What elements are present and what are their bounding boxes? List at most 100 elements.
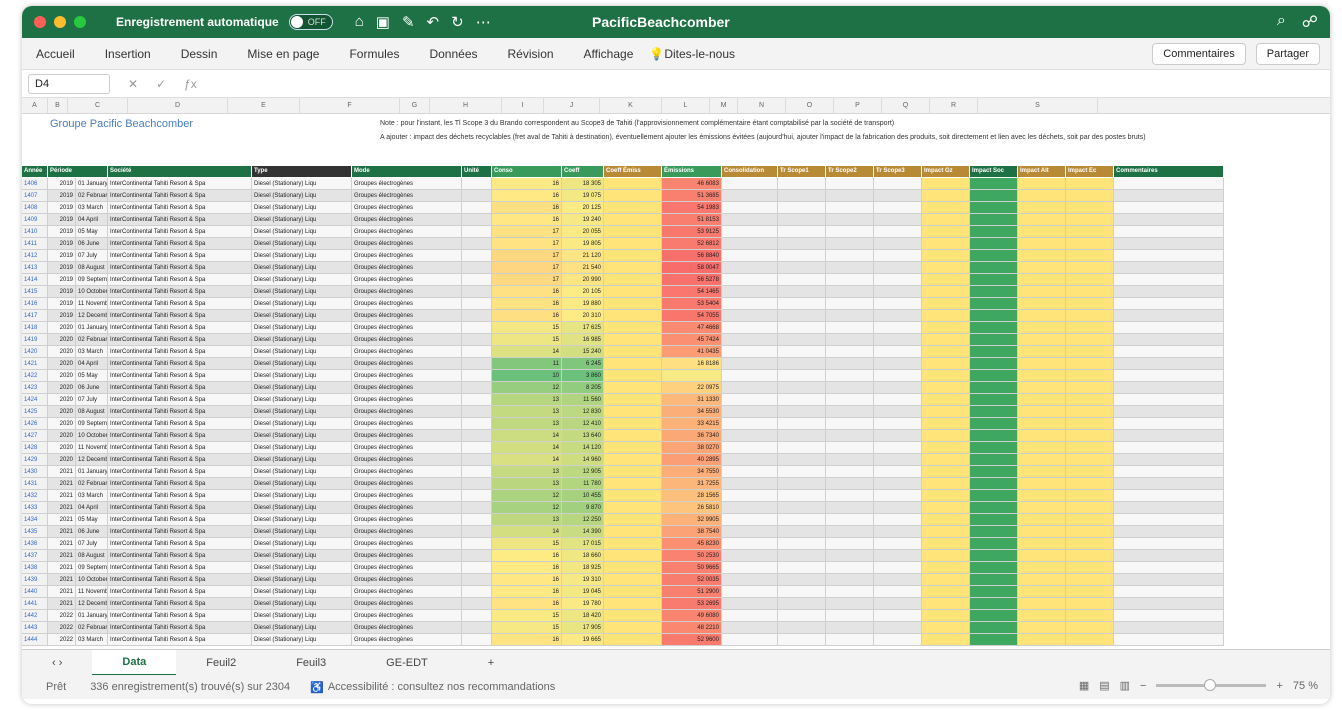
table-cell[interactable]: 2020 — [48, 322, 76, 334]
table-cell[interactable]: Diesel (Stationary) Liqu — [252, 574, 352, 586]
table-cell[interactable]: 18 420 — [562, 610, 604, 622]
table-cell[interactable] — [970, 598, 1018, 610]
table-cell[interactable] — [462, 574, 492, 586]
table-cell[interactable] — [922, 466, 970, 478]
table-cell[interactable] — [604, 490, 662, 502]
table-cell[interactable] — [722, 634, 778, 646]
table-cell[interactable] — [778, 634, 826, 646]
column-header[interactable]: O — [786, 98, 834, 113]
table-cell[interactable]: 05 May — [76, 514, 108, 526]
table-cell[interactable] — [1018, 202, 1066, 214]
column-header[interactable]: R — [930, 98, 978, 113]
tell-me-search[interactable]: Dites-le-nous — [664, 47, 735, 61]
table-cell[interactable]: Diesel (Stationary) Liqu — [252, 538, 352, 550]
share-button[interactable]: Partager — [1255, 43, 1320, 65]
table-cell[interactable]: Diesel (Stationary) Liqu — [252, 382, 352, 394]
table-cell[interactable] — [1018, 610, 1066, 622]
table-cell[interactable] — [970, 574, 1018, 586]
table-cell[interactable] — [922, 226, 970, 238]
table-cell[interactable] — [722, 322, 778, 334]
table-cell[interactable]: 16 985 — [562, 334, 604, 346]
table-cell[interactable] — [778, 250, 826, 262]
table-cell[interactable] — [778, 178, 826, 190]
table-cell[interactable]: 38 7540 — [662, 526, 722, 538]
table-cell[interactable]: 12 — [492, 502, 562, 514]
table-cell[interactable] — [826, 598, 874, 610]
table-cell[interactable]: 49 6080 — [662, 610, 722, 622]
table-cell[interactable] — [604, 514, 662, 526]
table-cell[interactable]: 53 9125 — [662, 226, 722, 238]
table-cell[interactable]: 1438 — [22, 562, 48, 574]
table-cell[interactable] — [1114, 202, 1224, 214]
table-cell[interactable]: 2019 — [48, 262, 76, 274]
table-cell[interactable] — [1018, 490, 1066, 502]
maximize-window-button[interactable] — [74, 16, 86, 28]
table-header-cell[interactable]: Période — [48, 166, 108, 177]
table-header-cell[interactable]: Impact Gz — [922, 166, 970, 177]
table-cell[interactable]: InterContinental Tahiti Resort & Spa — [108, 226, 252, 238]
table-cell[interactable] — [1114, 430, 1224, 442]
table-cell[interactable] — [922, 514, 970, 526]
table-cell[interactable]: 17 — [492, 226, 562, 238]
table-cell[interactable] — [874, 322, 922, 334]
table-cell[interactable] — [778, 394, 826, 406]
table-cell[interactable] — [970, 526, 1018, 538]
table-cell[interactable] — [970, 418, 1018, 430]
tab-formules[interactable]: Formules — [349, 47, 399, 61]
table-cell[interactable] — [826, 490, 874, 502]
table-cell[interactable]: InterContinental Tahiti Resort & Spa — [108, 478, 252, 490]
table-cell[interactable]: 2021 — [48, 526, 76, 538]
table-cell[interactable]: 02 February — [76, 622, 108, 634]
table-cell[interactable] — [826, 574, 874, 586]
table-cell[interactable] — [604, 190, 662, 202]
table-cell[interactable]: 05 May — [76, 226, 108, 238]
table-cell[interactable] — [1018, 502, 1066, 514]
table-cell[interactable]: InterContinental Tahiti Resort & Spa — [108, 634, 252, 646]
table-cell[interactable]: Groupes électrogènes — [352, 178, 462, 190]
table-cell[interactable] — [970, 274, 1018, 286]
table-cell[interactable] — [722, 550, 778, 562]
table-cell[interactable]: 1408 — [22, 202, 48, 214]
table-cell[interactable]: 02 February — [76, 334, 108, 346]
table-cell[interactable] — [1018, 238, 1066, 250]
table-cell[interactable] — [970, 238, 1018, 250]
table-cell[interactable] — [874, 418, 922, 430]
undo-icon[interactable]: ↶ — [427, 13, 440, 31]
table-cell[interactable] — [1114, 346, 1224, 358]
comments-button[interactable]: Commentaires — [1152, 43, 1246, 65]
table-row[interactable]: 1410 2019 05 May InterContinental Tahiti Re… — [22, 226, 1224, 238]
table-cell[interactable]: 16 — [492, 298, 562, 310]
table-cell[interactable]: 08 August — [76, 262, 108, 274]
table-cell[interactable] — [778, 502, 826, 514]
table-cell[interactable]: 17 625 — [562, 322, 604, 334]
table-cell[interactable] — [722, 610, 778, 622]
table-cell[interactable] — [462, 454, 492, 466]
table-cell[interactable]: 15 — [492, 622, 562, 634]
table-cell[interactable] — [1114, 478, 1224, 490]
table-cell[interactable] — [778, 298, 826, 310]
table-cell[interactable] — [604, 382, 662, 394]
table-cell[interactable] — [1018, 574, 1066, 586]
column-header[interactable]: P — [834, 98, 882, 113]
table-cell[interactable] — [826, 562, 874, 574]
table-cell[interactable]: Diesel (Stationary) Liqu — [252, 442, 352, 454]
table-cell[interactable] — [722, 334, 778, 346]
table-row[interactable]: 1437 2021 08 August InterContinental Tahiti… — [22, 550, 1224, 562]
table-cell[interactable] — [1114, 274, 1224, 286]
table-cell[interactable] — [778, 262, 826, 274]
table-cell[interactable]: 2022 — [48, 610, 76, 622]
table-cell[interactable] — [970, 190, 1018, 202]
table-cell[interactable] — [922, 562, 970, 574]
table-cell[interactable] — [462, 190, 492, 202]
table-cell[interactable] — [826, 310, 874, 322]
table-row[interactable]: 1406 2019 01 January InterContinental Tahit… — [22, 178, 1224, 190]
table-cell[interactable] — [722, 622, 778, 634]
table-cell[interactable] — [1066, 514, 1114, 526]
table-cell[interactable]: 21 120 — [562, 250, 604, 262]
table-cell[interactable]: 14 — [492, 526, 562, 538]
table-cell[interactable] — [604, 634, 662, 646]
table-cell[interactable]: Groupes électrogènes — [352, 238, 462, 250]
table-cell[interactable]: 16 — [492, 550, 562, 562]
table-cell[interactable] — [922, 370, 970, 382]
table-cell[interactable] — [1018, 382, 1066, 394]
